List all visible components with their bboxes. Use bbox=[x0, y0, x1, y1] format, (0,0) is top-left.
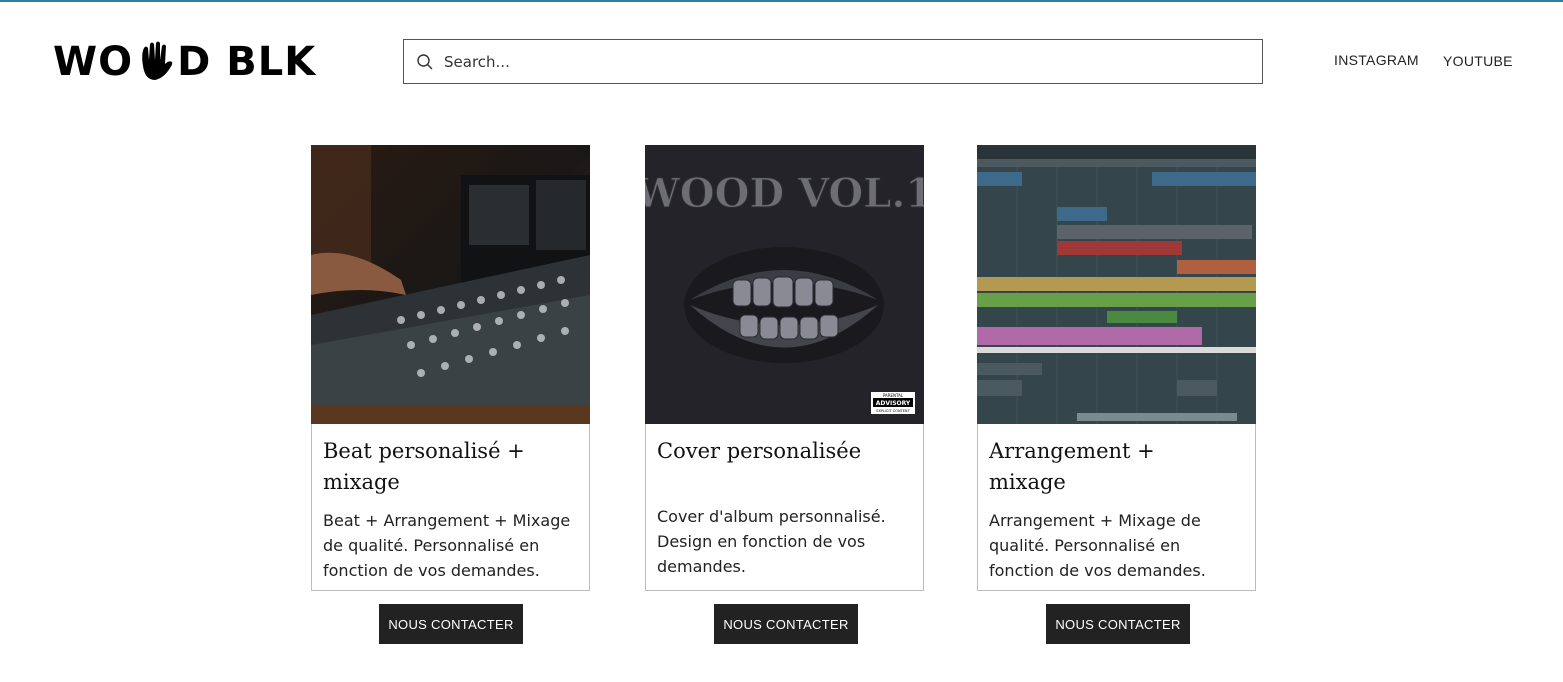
card-description: Cover d'album personnalisé. Design en fo… bbox=[657, 507, 886, 576]
album-cover-image: WOOD VOL.1 PARENTAL ADVISORY EXPLICIT CO… bbox=[645, 145, 924, 424]
logo-text-right: D BLK bbox=[177, 39, 317, 85]
card-description: Arrangement + Mixage de qualité. Personn… bbox=[989, 511, 1206, 580]
svg-text:ADVISORY: ADVISORY bbox=[876, 400, 911, 407]
site-logo[interactable]: WO D BLK bbox=[53, 40, 333, 84]
search-input[interactable] bbox=[444, 52, 1224, 71]
daw-arrangement-image bbox=[977, 145, 1256, 424]
contact-button-beat[interactable]: NOUS CONTACTER bbox=[379, 604, 523, 644]
svg-text:PARENTAL: PARENTAL bbox=[883, 393, 904, 398]
hand-icon bbox=[135, 40, 175, 84]
search-icon bbox=[416, 53, 434, 71]
cover-title-text: WOOD VOL.1 bbox=[645, 170, 924, 217]
service-card-cover: WOOD VOL.1 PARENTAL ADVISORY EXPLICIT CO… bbox=[645, 145, 924, 591]
card-title: Arrangement + mixage bbox=[989, 439, 1155, 494]
card-title: Cover personalisée bbox=[657, 439, 862, 463]
contact-button-arrangement[interactable]: NOUS CONTACTER bbox=[1046, 604, 1190, 644]
contact-button-cover[interactable]: NOUS CONTACTER bbox=[714, 604, 858, 644]
card-description: Beat + Arrangement + Mixage de qualité. … bbox=[323, 511, 571, 580]
search-bar[interactable] bbox=[403, 39, 1263, 84]
service-card-beat: Beat personalisé + mixage Beat + Arrange… bbox=[311, 145, 590, 591]
logo-text-left: WO bbox=[53, 39, 134, 85]
svg-text:EXPLICIT CONTENT: EXPLICIT CONTENT bbox=[876, 409, 910, 413]
service-card-arrangement: Arrangement + mixage Arrangement + Mixag… bbox=[977, 145, 1256, 591]
card-title: Beat personalisé + mixage bbox=[323, 439, 525, 494]
mixing-console-image bbox=[311, 145, 590, 424]
nav-instagram-link[interactable]: INSTAGRAM bbox=[1334, 52, 1419, 68]
nav-youtube-link[interactable]: YOUTUBE bbox=[1443, 53, 1513, 69]
top-accent-line bbox=[0, 0, 1563, 2]
